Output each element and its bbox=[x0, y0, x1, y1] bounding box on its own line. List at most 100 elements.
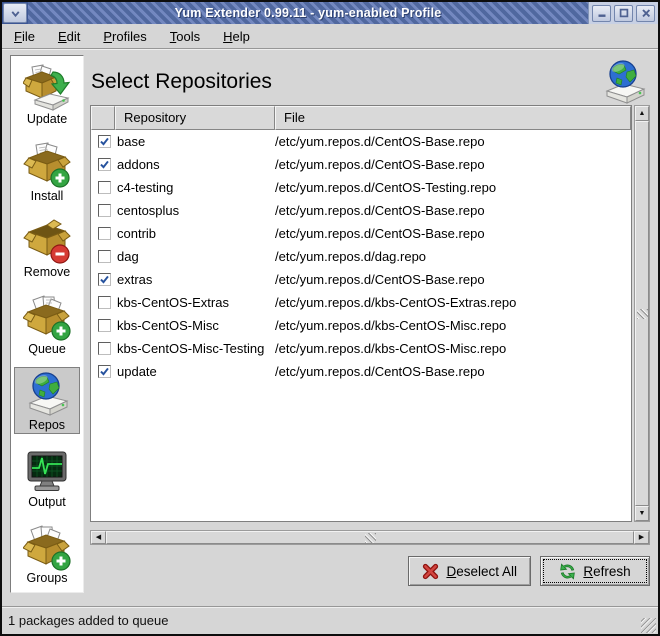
checkbox-unchecked[interactable] bbox=[98, 296, 111, 309]
repo-name-cell: addons bbox=[117, 157, 275, 172]
table-row[interactable]: kbs-CentOS-Misc/etc/yum.repos.d/kbs-Cent… bbox=[91, 314, 631, 337]
checkbox-unchecked[interactable] bbox=[98, 227, 111, 240]
column-header-repository[interactable]: Repository bbox=[115, 106, 275, 130]
sidebar-item-label: Remove bbox=[15, 265, 79, 279]
table-row[interactable]: dag/etc/yum.repos.d/dag.repo bbox=[91, 245, 631, 268]
repo-name-cell: c4-testing bbox=[117, 180, 275, 195]
repository-table: Repository File base/etc/yum.repos.d/Cen… bbox=[90, 105, 632, 522]
checkbox-checked[interactable] bbox=[98, 365, 111, 378]
checkbox-unchecked[interactable] bbox=[98, 250, 111, 263]
menu-help[interactable]: Help bbox=[216, 26, 257, 47]
table-row[interactable]: extras/etc/yum.repos.d/CentOS-Base.repo bbox=[91, 268, 631, 291]
menu-tools[interactable]: Tools bbox=[163, 26, 207, 47]
sidebar-item-label: Update bbox=[15, 112, 79, 126]
refresh-button[interactable]: Refresh bbox=[540, 556, 650, 586]
repo-file-cell: /etc/yum.repos.d/CentOS-Base.repo bbox=[275, 203, 631, 218]
column-header-checkbox[interactable] bbox=[91, 106, 115, 130]
maximize-icon bbox=[618, 7, 630, 19]
sidebar-item-groups[interactable]: Groups bbox=[14, 520, 80, 587]
close-button[interactable] bbox=[636, 5, 655, 22]
sidebar-item-label: Queue bbox=[15, 342, 79, 356]
table-body: base/etc/yum.repos.d/CentOS-Base.repoadd… bbox=[91, 130, 631, 521]
scroll-left-button[interactable]: ◀ bbox=[91, 531, 106, 544]
sidebar-item-output[interactable]: Output bbox=[14, 444, 80, 511]
vertical-scrollbar-thumb[interactable] bbox=[635, 121, 649, 506]
repository-list-wrap: Repository File base/etc/yum.repos.d/Cen… bbox=[90, 105, 650, 522]
status-text: 1 packages added to queue bbox=[8, 613, 641, 628]
checkbox-cell bbox=[91, 319, 117, 332]
checkbox-cell bbox=[91, 158, 117, 171]
checkbox-cell bbox=[91, 250, 117, 263]
repo-name-cell: kbs-CentOS-Extras bbox=[117, 295, 275, 310]
checkbox-checked[interactable] bbox=[98, 135, 111, 148]
sidebar-item-repos[interactable]: Repos bbox=[14, 367, 80, 434]
sidebar-item-label: Output bbox=[15, 495, 79, 509]
horizontal-scrollbar[interactable]: ◀ ▶ bbox=[90, 530, 650, 545]
table-row[interactable]: addons/etc/yum.repos.d/CentOS-Base.repo bbox=[91, 153, 631, 176]
titlebar-stripes[interactable]: Yum Extender 0.99.11 - yum-enabled Profi… bbox=[28, 2, 588, 24]
scrollbar-grip bbox=[365, 533, 376, 543]
update-box-icon bbox=[15, 64, 79, 112]
window-title: Yum Extender 0.99.11 - yum-enabled Profi… bbox=[175, 6, 442, 20]
yum-extender-window: Yum Extender 0.99.11 - yum-enabled Profi… bbox=[0, 0, 660, 636]
menu-edit[interactable]: Edit bbox=[51, 26, 87, 47]
scrollbar-grip bbox=[637, 309, 648, 319]
titlebar[interactable]: Yum Extender 0.99.11 - yum-enabled Profi… bbox=[2, 2, 658, 24]
header-row: Select Repositories bbox=[90, 53, 650, 105]
checkbox-unchecked[interactable] bbox=[98, 342, 111, 355]
sidebar-item-install[interactable]: Install bbox=[14, 138, 80, 205]
checkbox-unchecked[interactable] bbox=[98, 181, 111, 194]
table-row[interactable]: contrib/etc/yum.repos.d/CentOS-Base.repo bbox=[91, 222, 631, 245]
column-header-file[interactable]: File bbox=[275, 106, 631, 130]
window-menu-chevron-icon bbox=[9, 7, 22, 20]
checkbox-unchecked[interactable] bbox=[98, 319, 111, 332]
window-menu-button[interactable] bbox=[3, 3, 27, 23]
table-row[interactable]: kbs-CentOS-Misc-Testing/etc/yum.repos.d/… bbox=[91, 337, 631, 360]
scroll-down-button[interactable]: ▼ bbox=[635, 506, 649, 521]
horizontal-scrollbar-thumb[interactable] bbox=[106, 531, 634, 544]
repo-name-cell: dag bbox=[117, 249, 275, 264]
repos-globe-drive-icon bbox=[15, 370, 79, 418]
table-row[interactable]: kbs-CentOS-Extras/etc/yum.repos.d/kbs-Ce… bbox=[91, 291, 631, 314]
repo-file-cell: /etc/yum.repos.d/CentOS-Base.repo bbox=[275, 134, 631, 149]
queue-box-icon bbox=[15, 294, 79, 342]
maximize-button[interactable] bbox=[614, 5, 633, 22]
checkbox-checked[interactable] bbox=[98, 158, 111, 171]
scroll-right-button[interactable]: ▶ bbox=[634, 531, 649, 544]
checkbox-cell bbox=[91, 365, 117, 378]
menubar: File Edit Profiles Tools Help bbox=[2, 24, 658, 49]
menu-file[interactable]: File bbox=[7, 26, 42, 47]
repo-file-cell: /etc/yum.repos.d/kbs-CentOS-Extras.repo bbox=[275, 295, 631, 310]
table-row[interactable]: base/etc/yum.repos.d/CentOS-Base.repo bbox=[91, 130, 631, 153]
refresh-label: Refresh bbox=[583, 564, 630, 579]
repo-file-cell: /etc/yum.repos.d/CentOS-Base.repo bbox=[275, 364, 631, 379]
checkbox-checked[interactable] bbox=[98, 273, 111, 286]
checkbox-cell bbox=[91, 135, 117, 148]
repos-globe-drive-icon bbox=[600, 58, 650, 106]
checkbox-cell bbox=[91, 227, 117, 240]
menu-profiles[interactable]: Profiles bbox=[96, 26, 153, 47]
table-row[interactable]: c4-testing/etc/yum.repos.d/CentOS-Testin… bbox=[91, 176, 631, 199]
minimize-button[interactable] bbox=[592, 5, 611, 22]
vertical-scrollbar[interactable]: ▲ ▼ bbox=[634, 105, 650, 522]
red-x-icon bbox=[422, 563, 439, 580]
sidebar-item-remove[interactable]: Remove bbox=[14, 214, 80, 281]
table-row[interactable]: centosplus/etc/yum.repos.d/CentOS-Base.r… bbox=[91, 199, 631, 222]
install-box-icon bbox=[15, 141, 79, 189]
repo-name-cell: update bbox=[117, 364, 275, 379]
repo-file-cell: /etc/yum.repos.d/CentOS-Base.repo bbox=[275, 272, 631, 287]
checkbox-cell bbox=[91, 273, 117, 286]
checkbox-unchecked[interactable] bbox=[98, 204, 111, 217]
checkbox-cell bbox=[91, 204, 117, 217]
resize-grip[interactable] bbox=[641, 618, 656, 633]
minimize-icon bbox=[596, 7, 608, 19]
action-button-row: Deselect All Refresh bbox=[90, 556, 650, 586]
repo-file-cell: /etc/yum.repos.d/kbs-CentOS-Misc.repo bbox=[275, 318, 631, 333]
sidebar-item-update[interactable]: Update bbox=[14, 61, 80, 128]
deselect-all-button[interactable]: Deselect All bbox=[408, 556, 531, 586]
close-icon bbox=[640, 7, 652, 19]
scroll-up-button[interactable]: ▲ bbox=[635, 106, 649, 121]
content-area: Update Install Remove Queue Repos Output Group… bbox=[2, 49, 658, 597]
sidebar-item-queue[interactable]: Queue bbox=[14, 291, 80, 358]
table-row[interactable]: update/etc/yum.repos.d/CentOS-Base.repo bbox=[91, 360, 631, 383]
